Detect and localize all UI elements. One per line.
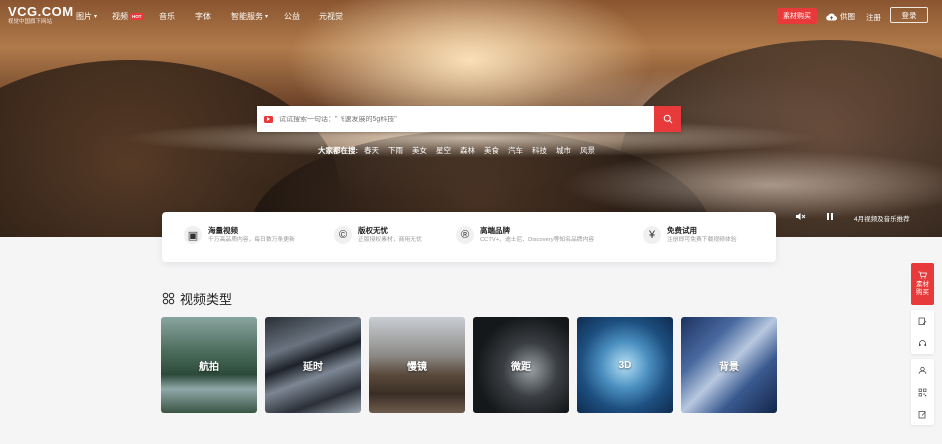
section-title-text: 视频类型 (180, 292, 233, 307)
category-icon (162, 292, 175, 305)
hero-banner: VCG.COM 视觉中国旗下网站 图片 ▾ 视频 HOT 音乐 字体 智能服务 … (0, 0, 942, 237)
logo[interactable]: VCG.COM 视觉中国旗下网站 (8, 5, 74, 26)
feature-title: 免费试用 (667, 226, 697, 235)
nav-item-label: 图片 (76, 12, 92, 21)
feature-item: © 版权无忧 正版授权素材，商用无忧 (334, 226, 422, 245)
hot-term[interactable]: 森林 (460, 145, 475, 156)
feature-desc: 千万高品质内容，每日数万条更新 (208, 237, 295, 243)
logo-text: VCG.COM (8, 4, 74, 19)
rail-buy-label: 素材购买 (916, 281, 929, 296)
category-label: 航拍 (199, 361, 219, 373)
feature-title: 高端品牌 (480, 226, 510, 235)
nav-item-label: 智能服务 (231, 12, 263, 21)
category-card-3d[interactable]: 3D (577, 317, 673, 413)
logo-subtitle: 视觉中国旗下网站 (8, 19, 53, 25)
nav-item-images[interactable]: 图片 ▾ (76, 11, 97, 22)
video-box-icon: ▣ (184, 226, 202, 244)
hot-term[interactable]: 春天 (364, 145, 379, 156)
hot-term[interactable]: 科技 (532, 145, 547, 156)
search-bar (257, 106, 681, 132)
rail-tools-top (911, 310, 934, 354)
feature-item: ¥ 免费试用 注册即可免费下载视频体验 (643, 226, 737, 245)
feature-title: 版权无忧 (358, 226, 388, 235)
pause-icon (827, 213, 833, 220)
category-card-background[interactable]: 背景 (681, 317, 777, 413)
mute-button[interactable] (795, 212, 806, 223)
hot-term[interactable]: 星空 (436, 145, 451, 156)
search-input[interactable] (279, 115, 654, 123)
hot-term[interactable]: 美食 (484, 145, 499, 156)
nav-item-label: 音乐 (159, 12, 175, 21)
register-link[interactable]: 注册 (866, 12, 881, 23)
rail-qrcode-button[interactable] (911, 381, 934, 403)
hot-searches-label: 大家都在搜: (318, 146, 358, 155)
chevron-down-icon: ▾ (265, 14, 269, 20)
rail-feedback-button[interactable] (911, 310, 934, 332)
feature-desc: 注册即可免费下载视频体验 (667, 237, 737, 243)
feature-item: ® 高端品牌 CCTV+、迪士尼、Discovery等知名品牌内容 (456, 226, 594, 245)
category-card-slowmotion[interactable]: 慢镜 (369, 317, 465, 413)
cloud-upload-icon (826, 13, 837, 21)
category-label: 慢镜 (407, 361, 427, 373)
hot-term[interactable]: 下雨 (388, 145, 403, 156)
yen-icon: ¥ (643, 226, 661, 244)
pause-button[interactable] (826, 212, 834, 223)
cart-icon (918, 271, 927, 279)
right-rail: 素材购买 (911, 263, 934, 425)
upload-button[interactable]: 供图 (826, 11, 855, 22)
login-button[interactable]: 登录 (890, 7, 928, 23)
category-label: 延时 (303, 361, 323, 373)
category-label: 背景 (719, 361, 739, 373)
category-card-macro[interactable]: 微距 (473, 317, 569, 413)
category-label: 微距 (511, 361, 531, 373)
nav-item-label: 元视觉 (319, 12, 343, 21)
mute-icon (796, 213, 806, 220)
top-nav: VCG.COM 视觉中国旗下网站 图片 ▾ 视频 HOT 音乐 字体 智能服务 … (0, 0, 942, 32)
rail-edit-button[interactable] (911, 403, 934, 425)
nav-item-video[interactable]: 视频 HOT (112, 11, 144, 22)
category-card-timelapse[interactable]: 延时 (265, 317, 361, 413)
feature-desc: CCTV+、迪士尼、Discovery等知名品牌内容 (480, 237, 595, 243)
hot-term[interactable]: 城市 (556, 145, 571, 156)
category-label: 3D (618, 359, 632, 371)
feature-bar: ▣ 海量视频 千万高品质内容，每日数万条更新 © 版权无忧 正版授权素材，商用无… (162, 212, 776, 262)
buy-button[interactable]: 素材购买 (777, 8, 817, 24)
hot-term[interactable]: 风景 (580, 145, 595, 156)
rail-user-button[interactable] (911, 359, 934, 381)
nav-item-music[interactable]: 音乐 (159, 11, 175, 22)
edit-doc-icon (918, 317, 927, 325)
promo-link[interactable]: 4月视频及音乐推荐 (854, 213, 910, 223)
hot-badge: HOT (130, 13, 144, 20)
hot-term[interactable]: 美女 (412, 145, 427, 156)
rail-buy-button[interactable]: 素材购买 (911, 263, 934, 305)
user-icon (918, 366, 927, 374)
search-icon (663, 114, 672, 124)
feature-desc: 正版授权素材，商用无忧 (358, 237, 422, 243)
registered-icon: ® (456, 226, 474, 244)
qrcode-icon (918, 388, 927, 396)
search-button[interactable] (654, 106, 681, 132)
copyright-icon: © (334, 226, 352, 244)
hot-term[interactable]: 汽车 (508, 145, 523, 156)
nav-item-metavision[interactable]: 元视觉 (319, 11, 343, 22)
rail-tools-bottom (911, 359, 934, 425)
feature-item: ▣ 海量视频 千万高品质内容，每日数万条更新 (184, 226, 295, 245)
nav-item-fonts[interactable]: 字体 (195, 11, 211, 22)
feature-title: 海量视频 (208, 226, 238, 235)
hot-searches: 大家都在搜: 春天 下雨 美女 星空 森林 美食 汽车 科技 城市 风景 (318, 145, 595, 156)
rail-support-button[interactable] (911, 332, 934, 354)
nav-item-label: 字体 (195, 12, 211, 21)
chevron-down-icon: ▾ (94, 14, 98, 20)
headset-icon (919, 339, 926, 346)
nav-item-label: 公益 (284, 12, 300, 21)
edit-icon (918, 410, 926, 418)
section-title: 视频类型 (162, 289, 232, 308)
nav-item-label: 视频 (112, 12, 128, 21)
nav-item-charity[interactable]: 公益 (284, 11, 300, 22)
upload-label: 供图 (840, 12, 855, 21)
category-cards: 航拍 延时 慢镜 微距 3D 背景 (161, 317, 777, 413)
video-search-icon[interactable] (264, 115, 273, 123)
category-card-aerial[interactable]: 航拍 (161, 317, 257, 413)
nav-item-smart-services[interactable]: 智能服务 ▾ (231, 11, 268, 22)
